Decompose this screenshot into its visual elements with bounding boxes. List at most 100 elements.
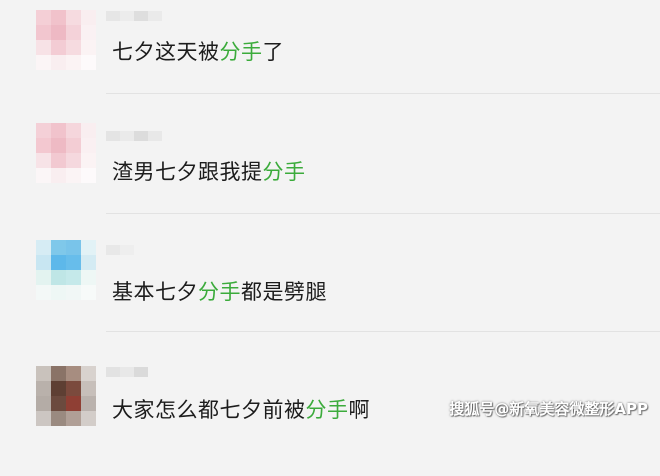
- chat-item-2[interactable]: 渣男七夕跟我提分手: [0, 118, 660, 238]
- divider: [106, 213, 660, 214]
- message-text: 七夕这天被: [112, 40, 220, 64]
- username-mosaic-block: [134, 131, 148, 141]
- message-highlight: 分手: [262, 160, 306, 184]
- avatar-mosaic-block: [81, 366, 96, 381]
- avatar-mosaic-block: [51, 10, 66, 25]
- message-highlight: 分手: [219, 40, 263, 64]
- avatar[interactable]: [36, 240, 96, 300]
- avatar-mosaic-block: [81, 411, 96, 426]
- message-text-end: 都是劈腿: [241, 280, 327, 304]
- avatar-mosaic-block: [66, 240, 81, 255]
- avatar-mosaic-block: [81, 168, 96, 183]
- avatar-mosaic-block: [66, 123, 81, 138]
- avatar-mosaic-block: [51, 270, 66, 285]
- avatar-mosaic-block: [36, 381, 51, 396]
- avatar-mosaic-block: [36, 285, 51, 300]
- blurred-username: [106, 6, 162, 21]
- avatar-mosaic-block: [66, 25, 81, 40]
- avatar-mosaic-block: [81, 25, 96, 40]
- avatar-mosaic-block: [66, 381, 81, 396]
- avatar-mosaic-block: [81, 138, 96, 153]
- message-text: 渣男七夕跟我提: [112, 160, 263, 184]
- blurred-username: [106, 126, 162, 141]
- chat-message: 基本七夕分手都是劈腿: [112, 276, 327, 306]
- divider: [106, 93, 660, 94]
- avatar-mosaic-block: [36, 270, 51, 285]
- avatar-mosaic-block: [51, 381, 66, 396]
- divider: [106, 331, 660, 332]
- chat-item-3[interactable]: 基本七夕分手都是劈腿: [0, 238, 660, 358]
- avatar-mosaic-block: [81, 255, 96, 270]
- avatar[interactable]: [36, 10, 96, 70]
- avatar-mosaic-block: [51, 396, 66, 411]
- avatar-mosaic-block: [36, 411, 51, 426]
- username-mosaic-block: [120, 367, 134, 377]
- avatar-mosaic-block: [66, 55, 81, 70]
- avatar-mosaic-block: [66, 153, 81, 168]
- username-mosaic-block: [148, 11, 162, 21]
- avatar-mosaic-block: [36, 55, 51, 70]
- avatar-mosaic-block: [51, 153, 66, 168]
- avatar-mosaic-block: [81, 381, 96, 396]
- avatar-mosaic-block: [81, 40, 96, 55]
- message-text-end: 了: [262, 40, 284, 64]
- avatar-mosaic-block: [51, 411, 66, 426]
- avatar-mosaic-block: [81, 10, 96, 25]
- chat-item-1[interactable]: 七夕这天被分手了: [0, 0, 660, 120]
- message-text: 大家怎么都七夕前被: [112, 398, 306, 422]
- avatar-mosaic-block: [36, 396, 51, 411]
- avatar-mosaic-block: [36, 123, 51, 138]
- avatar-mosaic-block: [51, 366, 66, 381]
- username-mosaic-block: [106, 131, 120, 141]
- username-mosaic-block: [134, 367, 148, 377]
- avatar[interactable]: [36, 123, 96, 183]
- message-text: 基本七夕: [112, 280, 198, 304]
- avatar-mosaic-block: [51, 285, 66, 300]
- avatar-mosaic-block: [36, 240, 51, 255]
- username-mosaic-block: [106, 367, 120, 377]
- chat-list: 七夕这天被分手了 渣男七夕跟我提分手 基本七夕分手都是劈腿 大家怎么都七夕前被分…: [0, 0, 660, 427]
- avatar-mosaic-block: [51, 25, 66, 40]
- message-text-end: 啊: [348, 398, 370, 422]
- username-mosaic-block: [120, 11, 134, 21]
- avatar-mosaic-block: [66, 270, 81, 285]
- avatar-mosaic-block: [36, 366, 51, 381]
- username-mosaic-block: [148, 131, 162, 141]
- avatar-mosaic-block: [51, 55, 66, 70]
- watermark: 搜狐号@新氧美容微整形APP: [449, 400, 648, 418]
- avatar-mosaic-block: [36, 168, 51, 183]
- avatar-mosaic-block: [36, 153, 51, 168]
- chat-message: 七夕这天被分手了: [112, 36, 284, 66]
- username-mosaic-block: [134, 11, 148, 21]
- avatar-mosaic-block: [81, 55, 96, 70]
- avatar-mosaic-block: [81, 153, 96, 168]
- avatar-mosaic-block: [36, 25, 51, 40]
- avatar-mosaic-block: [51, 255, 66, 270]
- avatar-mosaic-block: [66, 10, 81, 25]
- chat-message: 大家怎么都七夕前被分手啊: [112, 394, 370, 424]
- message-highlight: 分手: [305, 398, 349, 422]
- avatar-mosaic-block: [36, 10, 51, 25]
- avatar-mosaic-block: [66, 138, 81, 153]
- avatar-mosaic-block: [66, 168, 81, 183]
- blurred-username: [106, 362, 148, 377]
- avatar-mosaic-block: [66, 40, 81, 55]
- avatar[interactable]: [36, 366, 96, 426]
- username-mosaic-block: [106, 11, 120, 21]
- avatar-mosaic-block: [51, 123, 66, 138]
- avatar-mosaic-block: [81, 123, 96, 138]
- avatar-mosaic-block: [51, 240, 66, 255]
- username-mosaic-block: [120, 131, 134, 141]
- avatar-mosaic-block: [36, 255, 51, 270]
- avatar-mosaic-block: [36, 138, 51, 153]
- avatar-mosaic-block: [81, 270, 96, 285]
- avatar-mosaic-block: [66, 396, 81, 411]
- username-mosaic-block: [106, 245, 120, 255]
- message-highlight: 分手: [198, 280, 241, 304]
- chat-message: 渣男七夕跟我提分手: [112, 156, 306, 186]
- avatar-mosaic-block: [81, 396, 96, 411]
- avatar-mosaic-block: [36, 40, 51, 55]
- username-mosaic-block: [120, 245, 134, 255]
- avatar-mosaic-block: [81, 285, 96, 300]
- avatar-mosaic-block: [66, 255, 81, 270]
